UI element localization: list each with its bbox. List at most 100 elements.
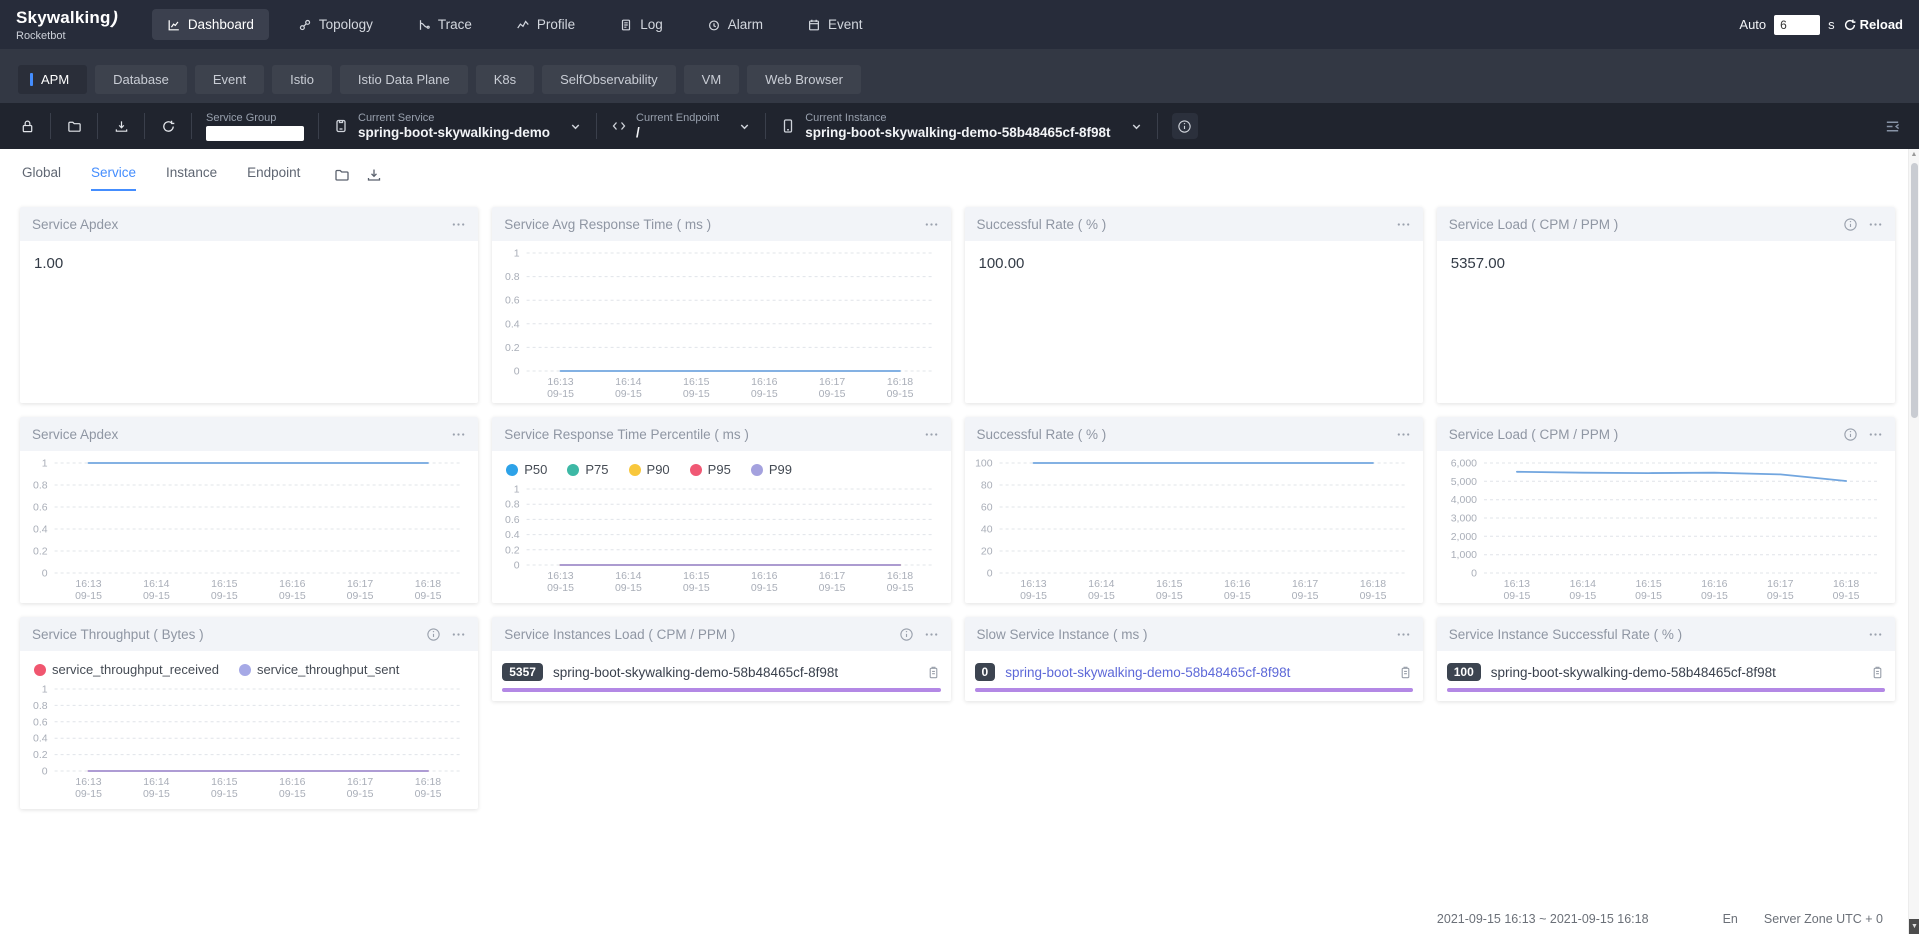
copy-icon[interactable] <box>1870 665 1885 680</box>
legend-item[interactable]: service_throughput_sent <box>239 662 399 677</box>
svg-text:16:16: 16:16 <box>751 570 777 582</box>
lock-icon[interactable] <box>12 119 42 134</box>
legend-item[interactable]: P75 <box>567 462 608 477</box>
service-group-input[interactable] <box>206 126 304 141</box>
nav-item-topology[interactable]: Topology <box>283 9 388 40</box>
more-menu-icon[interactable] <box>1396 217 1411 232</box>
more-menu-icon[interactable] <box>451 217 466 232</box>
legend-item[interactable]: P99 <box>751 462 792 477</box>
dashboard-tab-web-browser[interactable]: Web Browser <box>747 65 861 94</box>
legend-item[interactable]: service_throughput_received <box>34 662 219 677</box>
time-range-label: 2021-09-15 16:13 ~ 2021-09-15 16:18 <box>1437 912 1649 926</box>
tab-instance[interactable]: Instance <box>166 165 217 191</box>
nav-item-log[interactable]: Log <box>604 9 678 40</box>
instance-name-link[interactable]: spring-boot-skywalking-demo-58b48465cf-8… <box>1005 665 1390 680</box>
sidebar-toggle-icon[interactable] <box>1884 118 1901 135</box>
dashboard-tab-database[interactable]: Database <box>95 65 187 94</box>
info-icon[interactable] <box>426 627 441 642</box>
more-menu-icon[interactable] <box>1868 217 1883 232</box>
svg-text:0.2: 0.2 <box>33 546 48 558</box>
apdex-trend-chart[interactable]: 00.20.40.60.8116:1309-1516:1409-1516:150… <box>20 451 478 603</box>
avg-response-time-chart[interactable]: 00.20.40.60.8116:1309-1516:1409-1516:150… <box>492 241 950 401</box>
nav-item-event[interactable]: Event <box>792 9 878 40</box>
service-load-chart[interactable]: 01,0002,0003,0004,0005,0006,00016:1309-1… <box>1437 451 1895 603</box>
divider <box>596 113 597 139</box>
current-instance-selector[interactable]: Current Instance spring-boot-skywalking-… <box>774 112 1148 141</box>
current-endpoint-selector[interactable]: Current Endpoint / <box>605 112 757 141</box>
more-menu-icon[interactable] <box>451 627 466 642</box>
copy-icon[interactable] <box>1398 665 1413 680</box>
logo[interactable]: Skywalking ) Rocketbot <box>16 8 118 42</box>
svg-text:0: 0 <box>1471 568 1477 580</box>
more-menu-icon[interactable] <box>451 427 466 442</box>
scrollbar-up-arrow[interactable]: ▲ <box>1909 149 1919 161</box>
more-menu-icon[interactable] <box>924 217 939 232</box>
card-title: Service Load ( CPM / PPM ) <box>1449 427 1833 442</box>
svg-text:1: 1 <box>42 458 48 470</box>
legend-dot <box>567 464 579 476</box>
refresh-icon[interactable] <box>153 119 183 134</box>
svg-text:0.8: 0.8 <box>33 480 48 492</box>
dashboard-tab-vm[interactable]: VM <box>684 65 740 94</box>
info-icon[interactable] <box>899 627 914 642</box>
more-menu-icon[interactable] <box>924 627 939 642</box>
service-load-value: 5357.00 <box>1437 241 1895 272</box>
current-service-selector[interactable]: Current Service spring-boot-skywalking-d… <box>327 112 588 141</box>
chevron-down-icon <box>1130 120 1143 133</box>
instance-list-item[interactable]: 0 spring-boot-skywalking-demo-58b48465cf… <box>965 651 1423 681</box>
svg-text:1: 1 <box>514 484 520 496</box>
throughput-chart[interactable]: 00.20.40.60.8116:1309-1516:1409-1516:150… <box>20 677 478 801</box>
folder-icon[interactable] <box>59 119 89 134</box>
legend-item[interactable]: P50 <box>506 462 547 477</box>
more-menu-icon[interactable] <box>1396 627 1411 642</box>
copy-icon[interactable] <box>926 665 941 680</box>
dashboard-tab-k8s[interactable]: K8s <box>476 65 534 94</box>
nav-item-dashboard[interactable]: Dashboard <box>152 9 269 40</box>
svg-text:09-15: 09-15 <box>547 388 574 400</box>
legend-item[interactable]: P90 <box>629 462 670 477</box>
more-menu-icon[interactable] <box>924 427 939 442</box>
nav-item-alarm[interactable]: Alarm <box>692 9 778 40</box>
reload-button[interactable]: Reload <box>1843 17 1903 32</box>
dashboard-tab-selfobservability[interactable]: SelfObservability <box>542 65 676 94</box>
tab-endpoint[interactable]: Endpoint <box>247 165 300 191</box>
percentile-chart[interactable]: 00.20.40.60.8116:1309-1516:1409-1516:150… <box>492 477 950 595</box>
vertical-scrollbar[interactable]: ▲ ▼ <box>1908 149 1919 934</box>
svg-text:09-15: 09-15 <box>75 590 102 602</box>
folder-icon[interactable] <box>334 167 350 183</box>
divider <box>1157 113 1158 139</box>
scrollbar-thumb[interactable] <box>1911 163 1918 418</box>
export-icon[interactable] <box>106 119 136 134</box>
language-selector[interactable]: En <box>1723 912 1738 926</box>
tab-global[interactable]: Global <box>22 165 61 191</box>
nav-item-trace[interactable]: Trace <box>402 9 487 40</box>
dashboard-tab-istio-data-plane[interactable]: Istio Data Plane <box>340 65 468 94</box>
more-menu-icon[interactable] <box>1868 427 1883 442</box>
instance-list-item[interactable]: 5357 spring-boot-skywalking-demo-58b4846… <box>492 651 950 681</box>
successful-rate-chart[interactable]: 02040608010016:1309-1516:1409-1516:1509-… <box>965 451 1423 603</box>
scrollbar-down-arrow[interactable]: ▼ <box>1909 919 1919 934</box>
legend-dot <box>690 464 702 476</box>
legend-item[interactable]: P95 <box>690 462 731 477</box>
dashboard-tab-istio[interactable]: Istio <box>272 65 332 94</box>
code-brackets-icon <box>611 118 627 134</box>
svg-text:16:15: 16:15 <box>211 776 237 788</box>
svg-text:20: 20 <box>980 546 992 558</box>
info-icon[interactable] <box>1843 217 1858 232</box>
nav-item-profile[interactable]: Profile <box>501 9 590 40</box>
download-icon[interactable] <box>366 167 382 183</box>
percentile-legend: P50 P75 P90 P95 P99 <box>492 451 950 477</box>
instance-list-item[interactable]: 100 spring-boot-skywalking-demo-58b48465… <box>1437 651 1895 681</box>
info-icon[interactable] <box>1172 113 1198 139</box>
info-icon[interactable] <box>1843 427 1858 442</box>
card-service-apdex-trend: Service Apdex 00.20.40.60.8116:1309-1516… <box>20 417 478 603</box>
current-instance-value: spring-boot-skywalking-demo-58b48465cf-8… <box>805 126 1110 141</box>
more-menu-icon[interactable] <box>1868 627 1883 642</box>
dashboard-tab-apm[interactable]: APM <box>18 65 87 94</box>
dashboard-tab-event[interactable]: Event <box>195 65 264 94</box>
more-menu-icon[interactable] <box>1396 427 1411 442</box>
tab-service[interactable]: Service <box>91 165 136 191</box>
auto-interval-input[interactable] <box>1774 15 1820 35</box>
current-service-label: Current Service <box>358 112 550 124</box>
server-zone-label[interactable]: Server Zone UTC + 0 <box>1764 912 1883 926</box>
